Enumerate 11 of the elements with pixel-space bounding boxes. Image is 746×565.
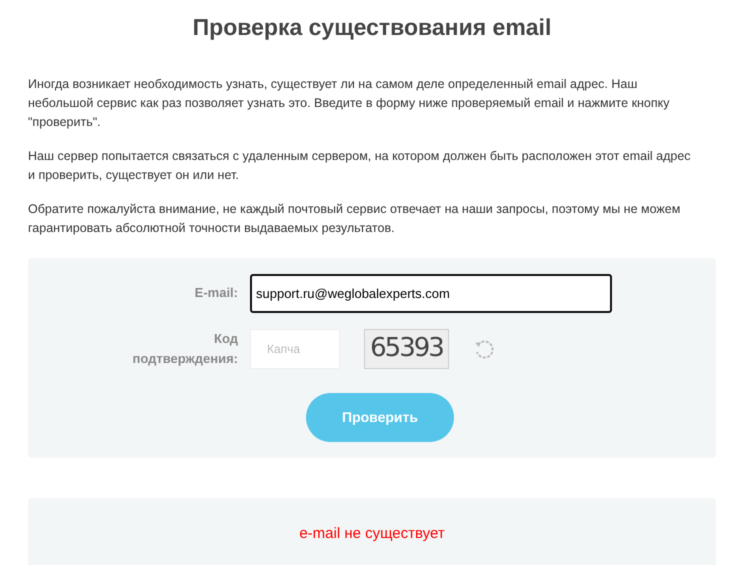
captcha-field[interactable]: Капча xyxy=(250,328,340,368)
intro-paragraph: Наш сервер попытается связаться с удаленным сервером, на котором должен быть расположен этот email адрес и проверить, существует он или нет. xyxy=(28,148,692,184)
page-title: Проверка существования email xyxy=(192,13,552,42)
result-message: e-mail не существует xyxy=(299,524,445,542)
captcha-image: 65393 xyxy=(364,328,449,368)
refresh-icon[interactable] xyxy=(473,338,495,360)
intro-paragraph: Иногда возникает необходимость узнать, существует ли на самом деле определенный email адрес. Наш небольшой сервис как раз позволяет узнать это. Введите в форму ниже проверяемый email и нажмите кнопку "проверить". xyxy=(28,76,671,131)
email-field[interactable]: support.ru@weglobalexperts.com xyxy=(250,274,612,312)
email-label: E-mail: xyxy=(194,284,238,302)
intro-paragraph: Обратите пожалуйста внимание, не каждый почтовый сервис отвечает на наши запросы, поэтому мы не можем гарантировать абсолютной точности выдаваемых результатов. xyxy=(28,200,682,237)
captcha-label: Код подтверждения: xyxy=(131,330,238,368)
